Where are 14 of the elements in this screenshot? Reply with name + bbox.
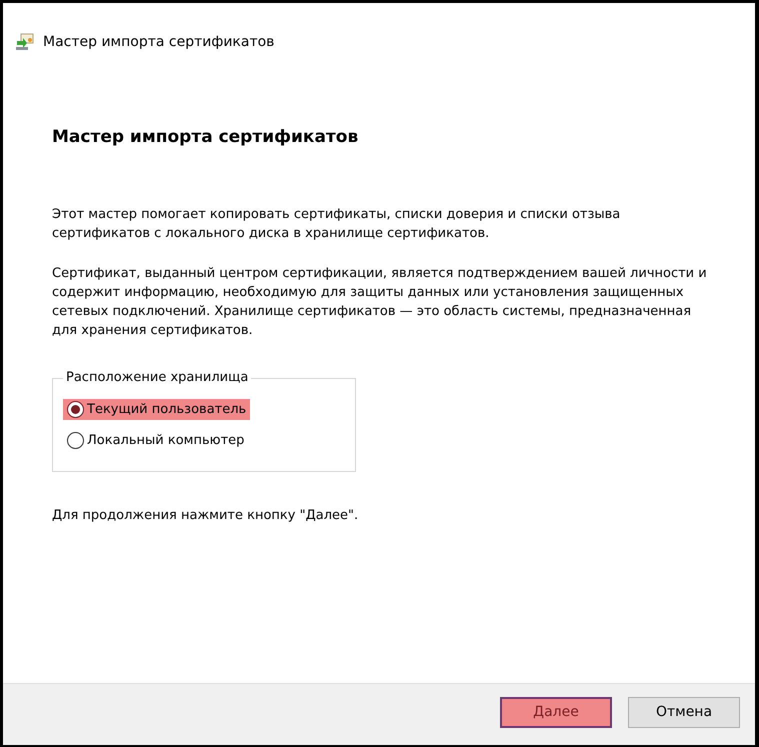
description-paragraph: Сертификат, выданный центром сертификации, является подтверждением вашей личности и содержит информацию, необходимую для защиты данных или установления защищенных сетевых подключений. Хранилище сертификатов — это область системы, предназначенная для хранения сертификатов. (52, 264, 708, 340)
description-paragraph: Этот мастер помогает копировать сертификаты, списки доверия и списки отзыва сертификатов с локального диска в хранилище сертификатов. (52, 206, 622, 242)
dialog-button[interactable]: Далее (500, 697, 612, 728)
radio-button[interactable] (67, 400, 84, 418)
radio-option[interactable]: Локальный компьютер (63, 430, 248, 452)
option-label: Текущий пользователь (87, 400, 246, 418)
dialog-button[interactable]: Отмена (628, 697, 740, 728)
window-title: Мастер импорта сертификатов (43, 32, 274, 52)
radio-option[interactable]: Текущий пользователь (63, 398, 250, 420)
hint-text: Для продолжения нажмите кнопку "Далее". (52, 506, 360, 524)
radio-button[interactable] (67, 432, 84, 450)
certificate-import-icon (15, 33, 35, 51)
wizard-heading: Мастер импорта сертификатов (52, 126, 360, 149)
option-label: Локальный компьютер (87, 432, 244, 450)
